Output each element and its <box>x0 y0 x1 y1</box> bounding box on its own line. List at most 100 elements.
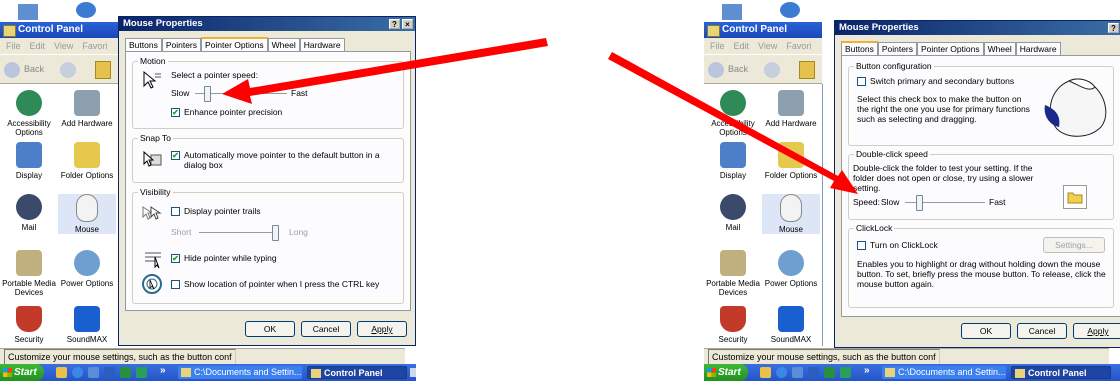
menu-edit[interactable]: Edit <box>734 41 750 51</box>
ok-button[interactable]: OK <box>245 321 295 337</box>
quicklaunch-word-icon[interactable] <box>808 367 819 378</box>
cp-item-mouse[interactable]: Mouse <box>58 194 116 234</box>
tab-hardware[interactable]: Hardware <box>1015 42 1061 55</box>
quicklaunch-excel-icon[interactable] <box>824 367 835 378</box>
cp-item-accessibility[interactable]: Accessibility Options <box>704 90 762 137</box>
tab-wheel[interactable]: Wheel <box>983 42 1016 55</box>
forward-arrow-icon[interactable] <box>60 62 76 78</box>
enhance-precision-checkbox[interactable]: ✔ <box>171 108 180 117</box>
taskbar-explorer-button[interactable]: C:\Documents and Settin... <box>882 366 1006 379</box>
cp-item-mouse[interactable]: Mouse <box>762 194 820 234</box>
taskbar-control-panel-button[interactable]: Control Panel <box>307 366 407 379</box>
cp-item-security[interactable]: Security <box>704 306 762 344</box>
apply-button[interactable]: Apply <box>1073 323 1120 339</box>
start-button[interactable]: Start <box>704 364 748 381</box>
quicklaunch-folder-icon[interactable] <box>760 367 771 378</box>
menu-file[interactable]: File <box>6 41 21 51</box>
quicklaunch-ie-icon[interactable] <box>776 367 787 378</box>
hide-while-typing-checkbox[interactable]: ✔ <box>171 254 180 263</box>
clicklock-settings-button[interactable]: Settings... <box>1043 237 1105 253</box>
start-button[interactable]: Start <box>0 364 44 381</box>
quicklaunch-ie-icon[interactable] <box>72 367 83 378</box>
ok-button[interactable]: OK <box>961 323 1011 339</box>
cp-item-add-hardware[interactable]: Add Hardware <box>58 90 116 128</box>
cp-item-display[interactable]: Display <box>704 142 762 180</box>
trail-length-slider[interactable] <box>272 225 279 241</box>
test-folder-box[interactable] <box>1063 185 1087 209</box>
cancel-button[interactable]: Cancel <box>1017 323 1067 339</box>
menu-view[interactable]: View <box>758 41 777 51</box>
back-label[interactable]: Back <box>24 64 44 74</box>
quicklaunch-folder-icon[interactable] <box>56 367 67 378</box>
clicklock-checkbox[interactable] <box>857 241 866 250</box>
menu-file[interactable]: File <box>710 41 725 51</box>
folder-up-icon[interactable] <box>95 61 111 79</box>
pointer-trails-checkbox[interactable] <box>171 207 180 216</box>
menu-favorites[interactable]: Favori <box>82 41 107 51</box>
quicklaunch-chevron[interactable]: » <box>864 365 870 376</box>
tab-buttons[interactable]: Buttons <box>841 41 878 56</box>
quicklaunch-word-icon[interactable] <box>104 367 115 378</box>
close-button[interactable]: × <box>402 19 413 29</box>
back-arrow-icon[interactable] <box>708 62 724 78</box>
portable-media-icon <box>720 250 746 276</box>
tab-wheel[interactable]: Wheel <box>267 38 300 51</box>
cp-item-power-options[interactable]: Power Options <box>762 250 820 288</box>
forward-arrow-icon[interactable] <box>764 62 780 78</box>
switch-buttons-checkbox[interactable] <box>857 77 866 86</box>
help-button[interactable]: ? <box>1108 23 1119 33</box>
trail-length-track[interactable] <box>199 232 279 236</box>
desktop-icon[interactable] <box>780 2 800 18</box>
menu-edit[interactable]: Edit <box>30 41 46 51</box>
cp-item-mail[interactable]: Mail <box>0 194 58 232</box>
cp-item-display[interactable]: Display <box>0 142 58 180</box>
quicklaunch-media-icon[interactable] <box>88 367 99 378</box>
taskbar-control-panel-button[interactable]: Control Panel <box>1011 366 1111 379</box>
cp-item-mail[interactable]: Mail <box>704 194 762 232</box>
folder-up-icon[interactable] <box>799 61 815 79</box>
mouse-icon <box>780 194 802 222</box>
apply-button[interactable]: Apply <box>357 321 407 337</box>
desktop-icon[interactable] <box>722 4 742 20</box>
double-click-speed-slider[interactable] <box>915 195 923 211</box>
cp-item-folder-options[interactable]: Folder Options <box>762 142 820 180</box>
taskbar-explorer-button[interactable]: C:\Documents and Settin... <box>178 366 302 379</box>
quicklaunch-grid-icon[interactable] <box>136 367 147 378</box>
help-button[interactable]: ? <box>389 19 400 29</box>
snap-to-label: Automatically move pointer to the defaul… <box>184 150 380 170</box>
cp-item-accessibility[interactable]: Accessibility Options <box>0 90 58 137</box>
tab-pointer-options[interactable]: Pointer Options <box>917 42 984 55</box>
quicklaunch-chevron[interactable]: » <box>160 365 166 376</box>
tab-pointers[interactable]: Pointers <box>877 42 918 55</box>
cp-item-add-hardware[interactable]: Add Hardware <box>762 90 820 128</box>
desktop-icon[interactable] <box>76 2 96 18</box>
cp-item-label: Portable Media Devices <box>706 279 760 297</box>
cp-item-portable-media[interactable]: Portable Media Devices <box>704 250 762 297</box>
tab-hardware[interactable]: Hardware <box>299 38 345 51</box>
tab-buttons[interactable]: Buttons <box>125 38 162 51</box>
cp-item-label: Accessibility Options <box>7 119 51 137</box>
cp-item-portable-media[interactable]: Portable Media Devices <box>0 250 58 297</box>
cancel-button[interactable]: Cancel <box>301 321 351 337</box>
quicklaunch-excel-icon[interactable] <box>120 367 131 378</box>
tab-pointer-options[interactable]: Pointer Options <box>201 37 268 52</box>
cp-item-power-options[interactable]: Power Options <box>58 250 116 288</box>
cp-item-security[interactable]: Security <box>0 306 58 344</box>
cp-item-folder-options[interactable]: Folder Options <box>58 142 116 180</box>
tray-icon[interactable] <box>410 368 416 377</box>
show-location-checkbox[interactable] <box>171 280 180 289</box>
quicklaunch-grid-icon[interactable] <box>840 367 851 378</box>
cp-item-soundmax[interactable]: SoundMAX <box>762 306 820 344</box>
back-arrow-icon[interactable] <box>4 62 20 78</box>
snap-to-checkbox[interactable]: ✔ <box>171 151 180 160</box>
start-label: Start <box>718 367 741 378</box>
cp-item-soundmax[interactable]: SoundMAX <box>58 306 116 344</box>
menu-favorites[interactable]: Favori <box>786 41 811 51</box>
pointer-speed-slider[interactable] <box>203 86 211 102</box>
back-label[interactable]: Back <box>728 64 748 74</box>
quicklaunch-media-icon[interactable] <box>792 367 803 378</box>
tab-pointers[interactable]: Pointers <box>161 38 202 51</box>
menu-view[interactable]: View <box>54 41 73 51</box>
desktop-icon[interactable] <box>18 4 38 20</box>
cp-item-label: Accessibility Options <box>711 119 755 137</box>
